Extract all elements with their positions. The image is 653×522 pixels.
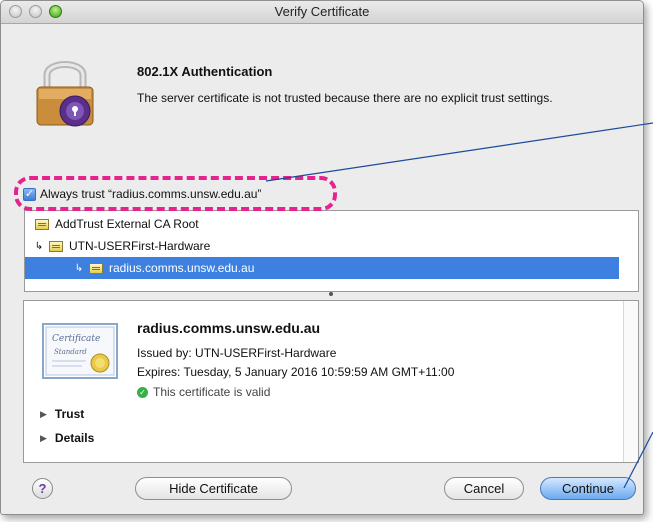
certificate-icon: [49, 240, 63, 252]
chain-item-label: UTN-USERFirst-Hardware: [69, 239, 211, 253]
badge-line2: Standard: [54, 348, 87, 356]
hide-certificate-button[interactable]: Hide Certificate: [135, 477, 292, 500]
certificate-name: radius.comms.unsw.edu.au: [137, 320, 321, 336]
chain-item-label: AddTrust External CA Root: [55, 217, 199, 231]
certificate-badge-icon: Certificate Standard: [42, 323, 118, 379]
certificate-status: ✓ This certificate is valid: [137, 385, 270, 399]
lock-icon: [36, 61, 94, 127]
chain-item-root[interactable]: AddTrust External CA Root: [25, 213, 619, 235]
help-button[interactable]: ?: [32, 478, 53, 499]
chain-item-leaf[interactable]: ↳ radius.comms.unsw.edu.au: [25, 257, 619, 279]
certificate-issuer: Issued by: UTN-USERFirst-Hardware: [137, 346, 337, 360]
disclosure-triangle-icon[interactable]: ▶: [40, 433, 47, 444]
detail-scrollbar[interactable]: [623, 301, 638, 462]
certificate-status-text: This certificate is valid: [153, 385, 271, 399]
chain-item-intermediate[interactable]: ↳ UTN-USERFirst-Hardware: [25, 235, 619, 257]
splitter-handle[interactable]: [329, 292, 333, 296]
details-section-label[interactable]: Details: [55, 431, 94, 445]
title-bar: Verify Certificate: [1, 1, 643, 24]
certificate-icon: [89, 262, 103, 274]
trust-section-label[interactable]: Trust: [55, 407, 84, 421]
verify-certificate-window: Verify Certificate 802.1X Authentication…: [0, 0, 644, 515]
chain-item-label: radius.comms.unsw.edu.au: [109, 261, 255, 275]
window-title: Verify Certificate: [274, 4, 370, 19]
disclosure-triangle-icon[interactable]: ▶: [40, 409, 47, 420]
certificate-detail-pane: Certificate Standard radius.comms.unsw.e…: [23, 300, 639, 463]
certificate-expiry: Expires: Tuesday, 5 January 2016 10:59:5…: [137, 365, 455, 379]
highlight-annotation: [14, 176, 337, 211]
cancel-button[interactable]: Cancel: [444, 477, 524, 500]
hierarchy-arrow-icon: ↳: [34, 240, 44, 252]
badge-line1: Certificate: [52, 334, 100, 344]
certificate-icon: [35, 218, 49, 230]
auth-heading: 802.1X Authentication: [137, 64, 273, 79]
hierarchy-arrow-icon: ↳: [74, 262, 84, 274]
checkmark-icon: ✓: [137, 386, 148, 398]
auth-message: The server certificate is not trusted be…: [137, 91, 553, 105]
details-disclosure[interactable]: ▶ Details: [40, 431, 94, 445]
trust-disclosure[interactable]: ▶ Trust: [40, 407, 84, 421]
certificate-chain-list[interactable]: AddTrust External CA Root ↳ UTN-USERFirs…: [24, 210, 639, 292]
continue-button[interactable]: Continue: [540, 477, 636, 500]
